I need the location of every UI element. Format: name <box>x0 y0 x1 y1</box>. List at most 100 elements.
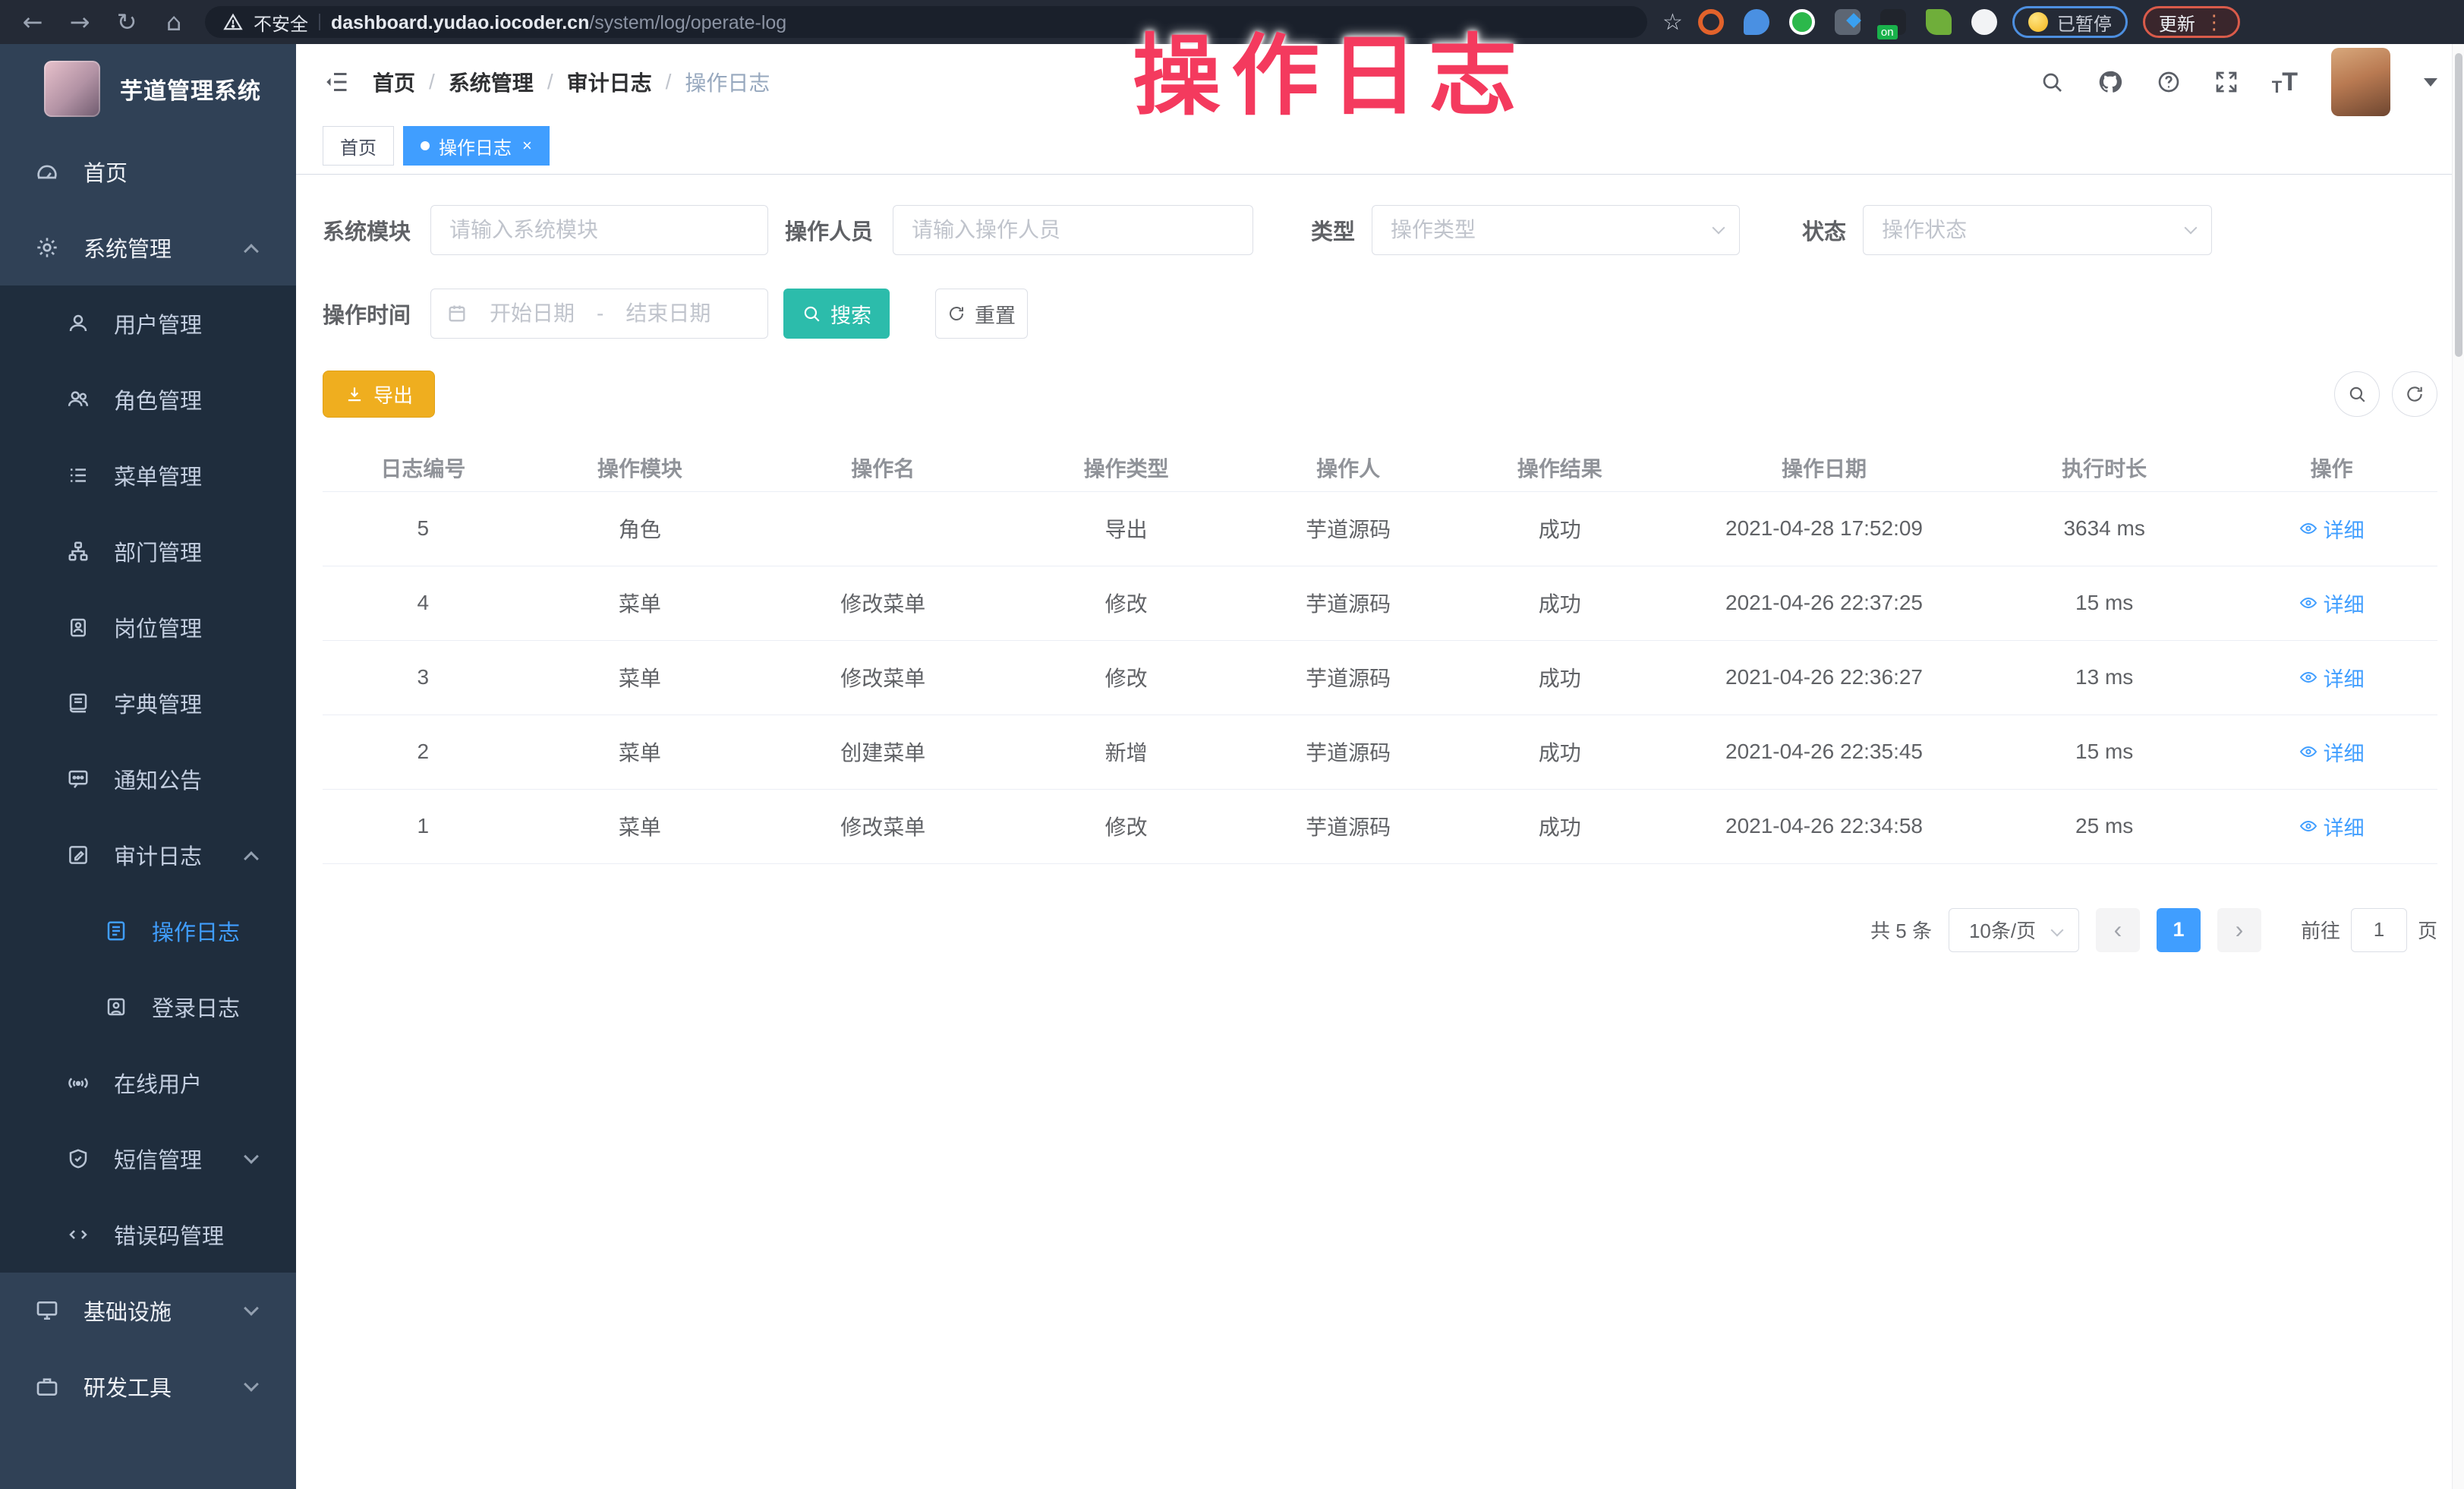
sidebar-item-dict[interactable]: 字典管理 <box>0 665 296 741</box>
url-path[interactable]: /system/log/operate-log <box>589 12 786 33</box>
status-select[interactable] <box>1863 205 2212 255</box>
table-header-row: 日志编号 操作模块 操作名 操作类型 操作人 操作结果 操作日期 执行时长 操作 <box>323 444 2437 491</box>
sidebar-item-users[interactable]: 用户管理 <box>0 285 296 361</box>
security-label[interactable]: 不安全 <box>254 9 308 36</box>
shield-icon <box>67 1147 90 1170</box>
prev-page-button[interactable]: ‹ <box>2096 908 2140 952</box>
extension-icon-2[interactable] <box>1744 9 1769 35</box>
table-row[interactable]: 2 菜单 创建菜单 新增 芋道源码 成功 2021-04-26 22:35:45… <box>323 715 2437 789</box>
refresh-table-button[interactable] <box>2392 371 2437 417</box>
table-row[interactable]: 5 角色 导出 芋道源码 成功 2021-04-28 17:52:09 3634… <box>323 491 2437 566</box>
detail-link[interactable]: 详细 <box>2299 514 2365 544</box>
active-tab-dot <box>421 141 430 150</box>
sidebar-item-devtools[interactable]: 研发工具 <box>0 1349 296 1424</box>
sidebar-item-audit-log[interactable]: 审计日志 <box>0 817 296 893</box>
scrollbar-thumb[interactable] <box>2455 53 2462 357</box>
chevron-down-icon <box>244 1149 259 1164</box>
sidebar-item-infra[interactable]: 基础设施 <box>0 1273 296 1349</box>
extension-icon-7[interactable] <box>1971 9 1997 35</box>
reset-button[interactable]: 重置 <box>935 289 1028 339</box>
date-range-picker[interactable]: - <box>430 289 768 339</box>
next-page-button[interactable]: › <box>2217 908 2261 952</box>
profile-paused-badge[interactable]: 已暂停 <box>2012 6 2128 38</box>
operate-log-table: 日志编号 操作模块 操作名 操作类型 操作人 操作结果 操作日期 执行时长 操作… <box>323 444 2437 864</box>
menu-list-icon <box>67 464 90 487</box>
extension-icon-3[interactable] <box>1789 9 1815 35</box>
total-count: 共 5 条 <box>1870 916 1932 944</box>
extension-icon-6[interactable] <box>1926 9 1952 35</box>
breadcrumb-home[interactable]: 首页 <box>373 67 415 97</box>
briefcase-icon <box>35 1374 59 1399</box>
sidebar-item-departments[interactable]: 部门管理 <box>0 513 296 589</box>
module-label: 系统模块 <box>323 214 411 246</box>
end-date-input[interactable] <box>611 301 725 326</box>
users-icon <box>67 388 90 411</box>
export-button[interactable]: 导出 <box>323 371 435 418</box>
sidebar-item-roles[interactable]: 角色管理 <box>0 361 296 437</box>
browser-menu-icon[interactable]: ⋮ <box>2204 11 2224 34</box>
sidebar-item-online-users[interactable]: 在线用户 <box>0 1045 296 1121</box>
detail-link[interactable]: 详细 <box>2299 737 2365 767</box>
warning-triangle-icon <box>223 12 243 32</box>
sidebar-item-system[interactable]: 系统管理 <box>0 210 296 285</box>
browser-home-icon[interactable]: ⌂ <box>158 8 190 36</box>
chevron-up-icon <box>244 851 259 866</box>
font-size-icon[interactable]: TT <box>2272 68 2298 97</box>
tab-close-icon[interactable]: × <box>522 136 532 156</box>
goto-page-input[interactable] <box>2351 908 2407 952</box>
breadcrumb-system[interactable]: 系统管理 <box>449 67 534 97</box>
browser-forward-icon[interactable]: → <box>64 8 96 36</box>
sidebar-item-home[interactable]: 首页 <box>0 134 296 210</box>
page-scrollbar[interactable] <box>2452 44 2464 1489</box>
collapse-sidebar-icon[interactable] <box>323 68 350 96</box>
sidebar-item-login-log[interactable]: 登录日志 <box>0 969 296 1045</box>
table-row[interactable]: 3 菜单 修改菜单 修改 芋道源码 成功 2021-04-26 22:36:27… <box>323 640 2437 715</box>
table-row[interactable]: 1 菜单 修改菜单 修改 芋道源码 成功 2021-04-26 22:34:58… <box>323 789 2437 863</box>
browser-back-icon[interactable]: ← <box>17 8 49 36</box>
start-date-input[interactable] <box>475 301 589 326</box>
breadcrumb-audit[interactable]: 审计日志 <box>567 67 652 97</box>
sidebar-item-operate-log[interactable]: 操作日志 <box>0 893 296 969</box>
operator-input[interactable] <box>893 205 1253 255</box>
page-size-select[interactable]: 10条/页 <box>1949 908 2079 952</box>
navbar-actions: TT <box>2040 48 2437 116</box>
sidebar-item-notice[interactable]: 通知公告 <box>0 741 296 817</box>
show-search-button[interactable] <box>2334 371 2380 417</box>
extension-icon-5[interactable]: on <box>1880 9 1906 35</box>
browser-update-button[interactable]: 更新 ⋮ <box>2143 6 2240 38</box>
detail-link[interactable]: 详细 <box>2299 812 2365 841</box>
sidebar-item-posts[interactable]: 岗位管理 <box>0 589 296 665</box>
page-content: 系统模块 操作人员 类型 状态 操作时间 - <box>296 205 2464 952</box>
url-domain[interactable]: dashboard.yudao.iocoder.cn <box>331 12 589 33</box>
search-button[interactable]: 搜索 <box>783 289 890 339</box>
detail-link[interactable]: 详细 <box>2299 588 2365 618</box>
table-row[interactable]: 4 菜单 修改菜单 修改 芋道源码 成功 2021-04-26 22:37:25… <box>323 566 2437 640</box>
bookmark-star-icon[interactable]: ☆ <box>1662 9 1683 36</box>
help-icon[interactable] <box>2157 70 2181 94</box>
monitor-icon <box>35 1298 59 1323</box>
sidebar-item-errorcode[interactable]: 错误码管理 <box>0 1197 296 1273</box>
dictionary-icon <box>67 692 90 715</box>
audit-log-icon <box>67 844 90 866</box>
tab-operate-log[interactable]: 操作日志 × <box>403 126 550 166</box>
document-icon <box>105 920 128 942</box>
github-icon[interactable] <box>2097 69 2123 95</box>
sidebar-item-sms[interactable]: 短信管理 <box>0 1121 296 1197</box>
fullscreen-icon[interactable] <box>2214 70 2239 94</box>
browser-reload-icon[interactable]: ↻ <box>111 8 143 36</box>
sidebar-item-menus[interactable]: 菜单管理 <box>0 437 296 513</box>
current-page-button[interactable]: 1 <box>2157 908 2201 952</box>
module-input[interactable] <box>430 205 768 255</box>
message-icon <box>67 768 90 790</box>
extensions-row: on <box>1698 9 1997 35</box>
search-icon[interactable] <box>2040 70 2064 94</box>
type-select[interactable] <box>1372 205 1740 255</box>
type-label: 类型 <box>1311 214 1355 246</box>
extension-icon-1[interactable] <box>1698 9 1724 35</box>
profile-avatar-icon <box>2028 12 2048 32</box>
avatar-caret-icon[interactable] <box>2424 78 2437 87</box>
extension-icon-4[interactable] <box>1835 9 1861 35</box>
user-avatar[interactable] <box>2331 48 2390 116</box>
tab-home[interactable]: 首页 <box>323 126 394 166</box>
detail-link[interactable]: 详细 <box>2299 663 2365 692</box>
